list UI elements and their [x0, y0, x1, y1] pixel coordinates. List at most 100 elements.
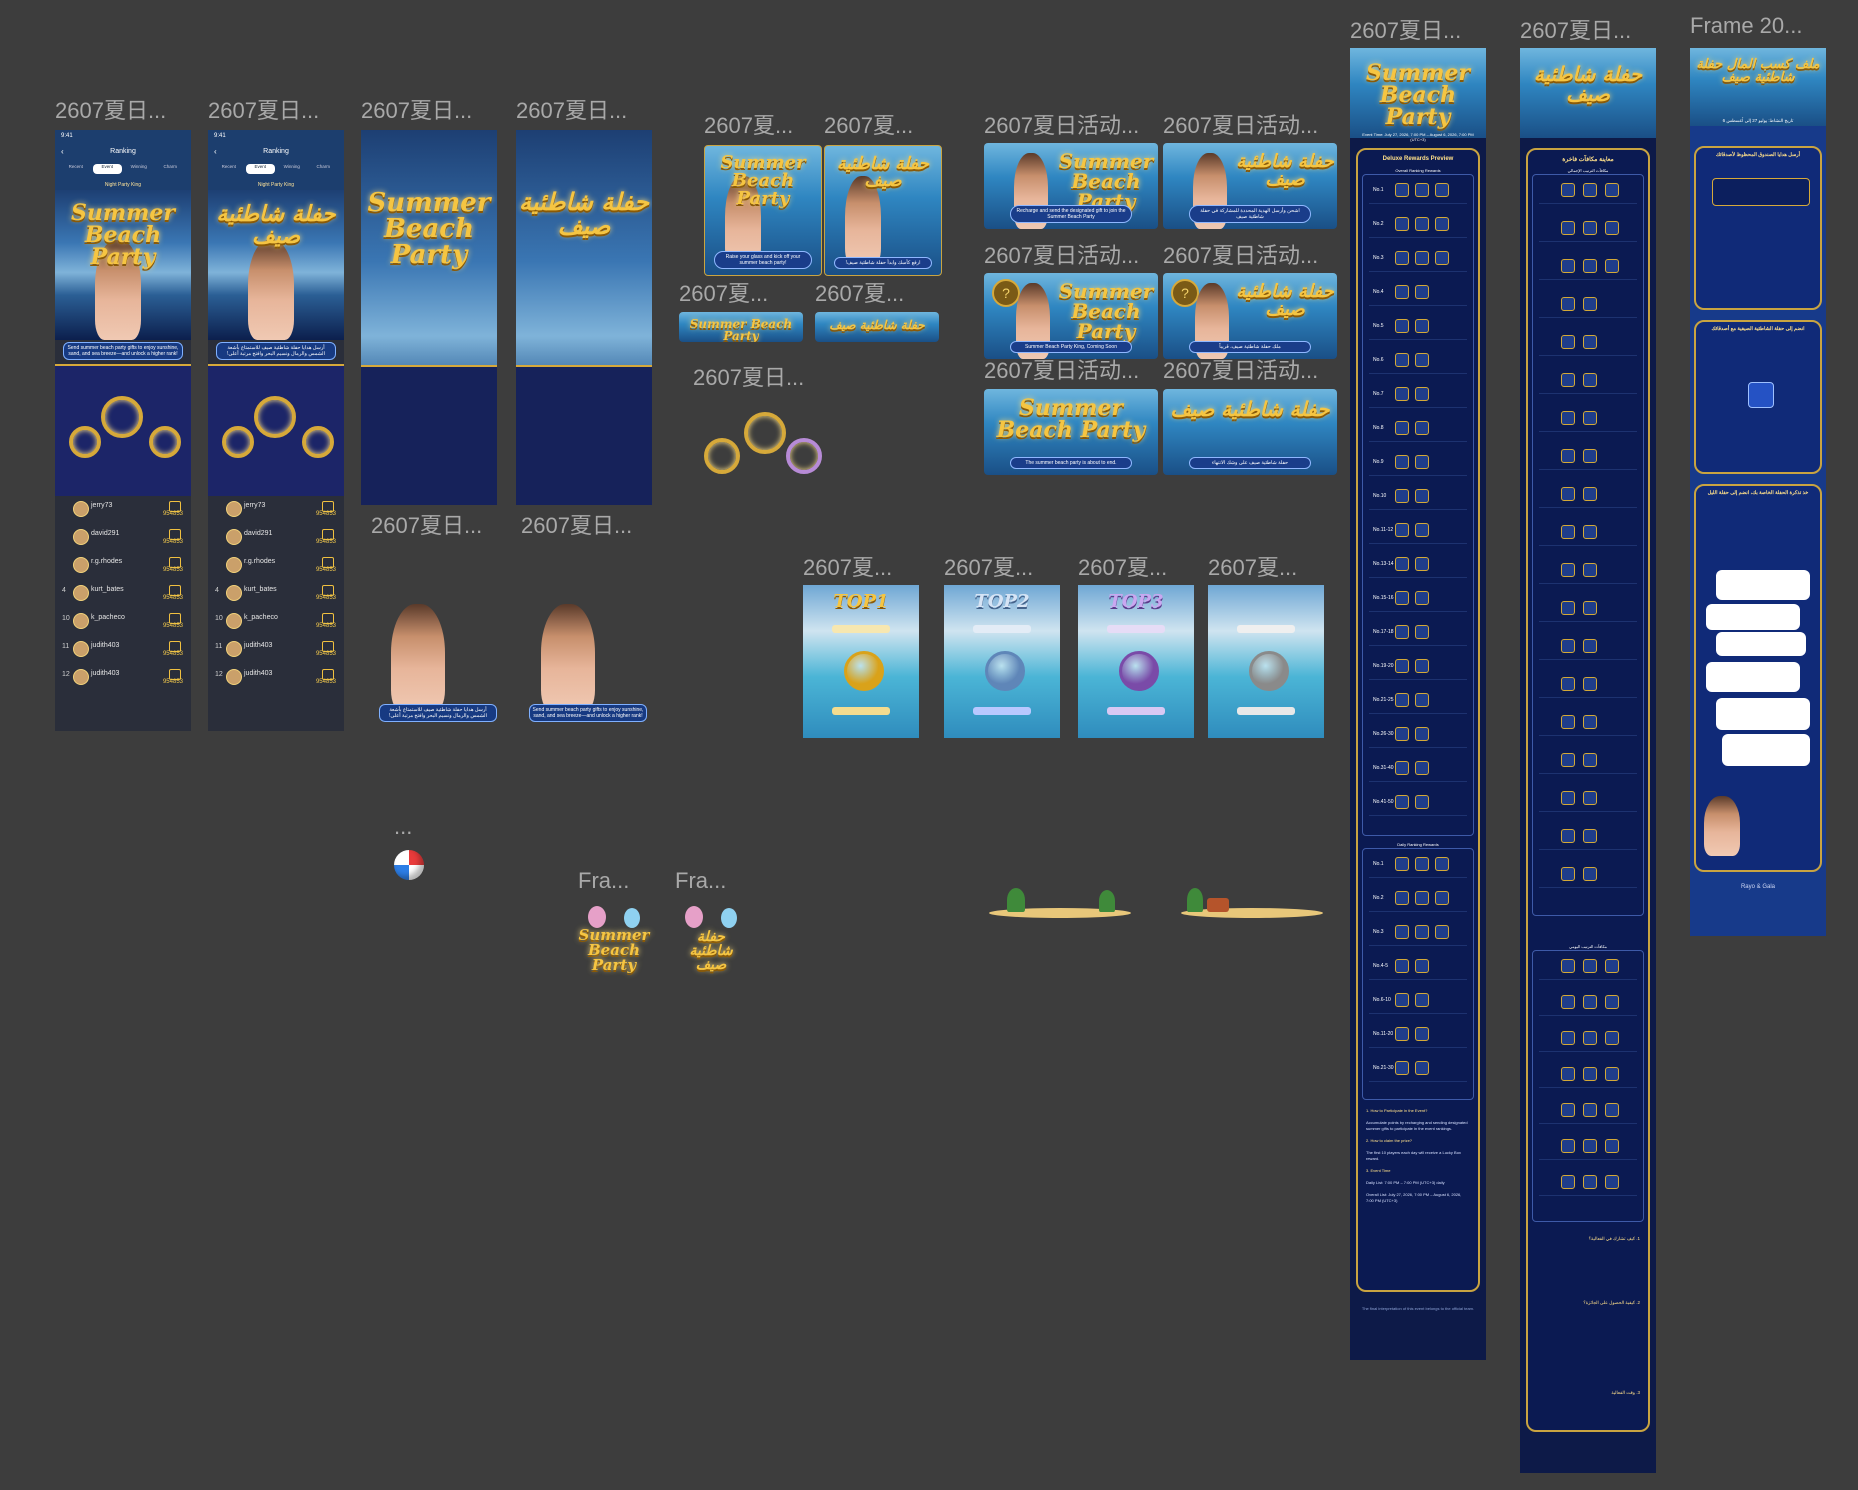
frame-label[interactable]: 2607夏... [824, 108, 913, 140]
back-icon[interactable]: ‹ [61, 147, 64, 156]
frame-label[interactable]: ... [394, 814, 412, 840]
avatar[interactable] [226, 529, 242, 545]
frame-label[interactable]: 2607夏... [679, 276, 768, 308]
reward-icon [1415, 455, 1429, 469]
frame-label[interactable]: 2607夏日... [1350, 13, 1461, 45]
tab-event[interactable]: Event [245, 164, 275, 174]
frame-label[interactable]: 2607夏... [704, 108, 793, 140]
square-banner-ar: حفلة شاطئية صيف ارفع كأسك وابدأ حفلة شاط… [824, 145, 942, 276]
tab-recent[interactable]: Recent [61, 164, 91, 174]
reward-icon [1605, 1103, 1619, 1117]
score-plate [1107, 707, 1165, 715]
frame-label[interactable]: 2607夏日活动... [984, 238, 1139, 270]
reward-icon [1435, 857, 1449, 871]
reward-icon [1561, 487, 1575, 501]
table-row[interactable]: 10 k_pacheco 954853 [59, 612, 187, 632]
top-label: TOP2 [974, 591, 1030, 612]
table-row[interactable]: jerry73 954853 [212, 500, 340, 520]
avatar[interactable] [73, 529, 89, 545]
overall-title: مكافآت الترتيب الإجمالي [1567, 168, 1609, 173]
reward-icon [1561, 183, 1575, 197]
frame-label[interactable]: 2607夏日... [516, 93, 627, 125]
table-row[interactable]: r.g.rhodes 954853 [212, 556, 340, 576]
reward-icon [1561, 335, 1575, 349]
table-row[interactable]: jerry73 954853 [59, 500, 187, 520]
frame-label[interactable]: Fra... [578, 868, 629, 894]
table-row[interactable]: david291 954853 [59, 528, 187, 548]
points: 954853 [162, 651, 183, 657]
table-row[interactable]: david291 954853 [212, 528, 340, 548]
table-row[interactable]: 4 kurt_bates 954853 [212, 584, 340, 604]
frame-label[interactable]: 2607夏日... [1520, 13, 1631, 45]
avatar[interactable] [226, 501, 242, 517]
frame-label[interactable]: 2607夏日活动... [984, 108, 1139, 140]
frame-label[interactable]: 2607夏日... [371, 508, 482, 540]
reward-row: No.3 [1369, 247, 1467, 272]
table-row[interactable]: 11 judith403 954853 [59, 640, 187, 660]
rules-line: Overall List: July 27, 2026, 7:00 PM – A… [1366, 1192, 1462, 1203]
tab-charm[interactable]: Charm [156, 164, 186, 174]
reward-row [1539, 673, 1637, 698]
avatar[interactable] [226, 641, 242, 657]
frame-label[interactable]: 2607夏日... [521, 508, 632, 540]
frame-label[interactable]: 2607夏... [1078, 550, 1167, 582]
avatar[interactable] [73, 557, 89, 573]
top-other-card [1208, 585, 1324, 738]
username: jerry73 [91, 502, 113, 509]
frame-label[interactable]: 2607夏日活动... [1163, 108, 1318, 140]
question-mark-icon: ? [1171, 279, 1199, 307]
guide-section-3: خذ تذكرة الحفلة الخاصة بك، انضم إلى حفلة… [1694, 484, 1822, 872]
chat-bubble [1716, 632, 1806, 656]
frame-label[interactable]: 2607夏日... [55, 93, 166, 125]
reward-row: No.6-10 [1369, 989, 1467, 1014]
avatar[interactable] [73, 501, 89, 517]
table-row[interactable]: 4 kurt_bates 954853 [59, 584, 187, 604]
frame-label[interactable]: Fra... [675, 868, 726, 894]
avatar[interactable] [226, 613, 242, 629]
reward-icon [1415, 959, 1429, 973]
avatar[interactable] [73, 613, 89, 629]
tab-winning[interactable]: Winning [277, 164, 307, 174]
username: kurt_bates [91, 586, 124, 593]
frame-label[interactable]: 2607夏日活动... [1163, 238, 1318, 270]
reward-icon [1395, 251, 1409, 265]
avatar[interactable] [226, 669, 242, 685]
top2-card: TOP2 [944, 585, 1060, 738]
frame-label[interactable]: 2607夏... [944, 550, 1033, 582]
frame-label[interactable]: 2607夏... [1208, 550, 1297, 582]
table-row[interactable]: 12 judith403 954853 [212, 668, 340, 688]
tab-winning[interactable]: Winning [124, 164, 154, 174]
tab-charm[interactable]: Charm [309, 164, 339, 174]
reward-rank: No.11-12 [1373, 527, 1394, 533]
reward-icon [1561, 829, 1575, 843]
back-icon[interactable]: ‹ [214, 147, 217, 156]
frame-label[interactable]: 2607夏日... [208, 93, 319, 125]
table-row[interactable]: 11 judith403 954853 [212, 640, 340, 660]
avatar[interactable] [73, 641, 89, 657]
frame-label[interactable]: 2607夏... [803, 550, 892, 582]
reward-icon [1561, 715, 1575, 729]
frame-label[interactable]: Frame 20... [1690, 13, 1802, 39]
logo-en: Summer Beach Party [578, 902, 650, 974]
woman-cutout-en: Send summer beach party gifts to enjoy s… [521, 598, 655, 726]
table-row[interactable]: 12 judith403 954853 [59, 668, 187, 688]
reward-icon [1395, 387, 1409, 401]
tab-recent[interactable]: Recent [214, 164, 244, 174]
reward-icon [1583, 487, 1597, 501]
table-row[interactable]: 10 k_pacheco 954853 [212, 612, 340, 632]
event-title: Summer Beach Party [689, 317, 793, 342]
avatar[interactable] [226, 585, 242, 601]
reward-icon [1415, 727, 1429, 741]
detail-hero: حفلة شاطئية صيف [1520, 48, 1656, 138]
avatar[interactable] [73, 669, 89, 685]
palm-tree-icon [1099, 890, 1115, 912]
reward-icon [1395, 625, 1409, 639]
frame-label[interactable]: 2607夏... [815, 276, 904, 308]
reward-rank: No.7 [1373, 391, 1384, 397]
tab-event[interactable]: Event [92, 164, 122, 174]
table-row[interactable]: r.g.rhodes 954853 [59, 556, 187, 576]
avatar[interactable] [226, 557, 242, 573]
frame-label[interactable]: 2607夏日... [693, 360, 804, 392]
frame-label[interactable]: 2607夏日... [361, 93, 472, 125]
avatar[interactable] [73, 585, 89, 601]
